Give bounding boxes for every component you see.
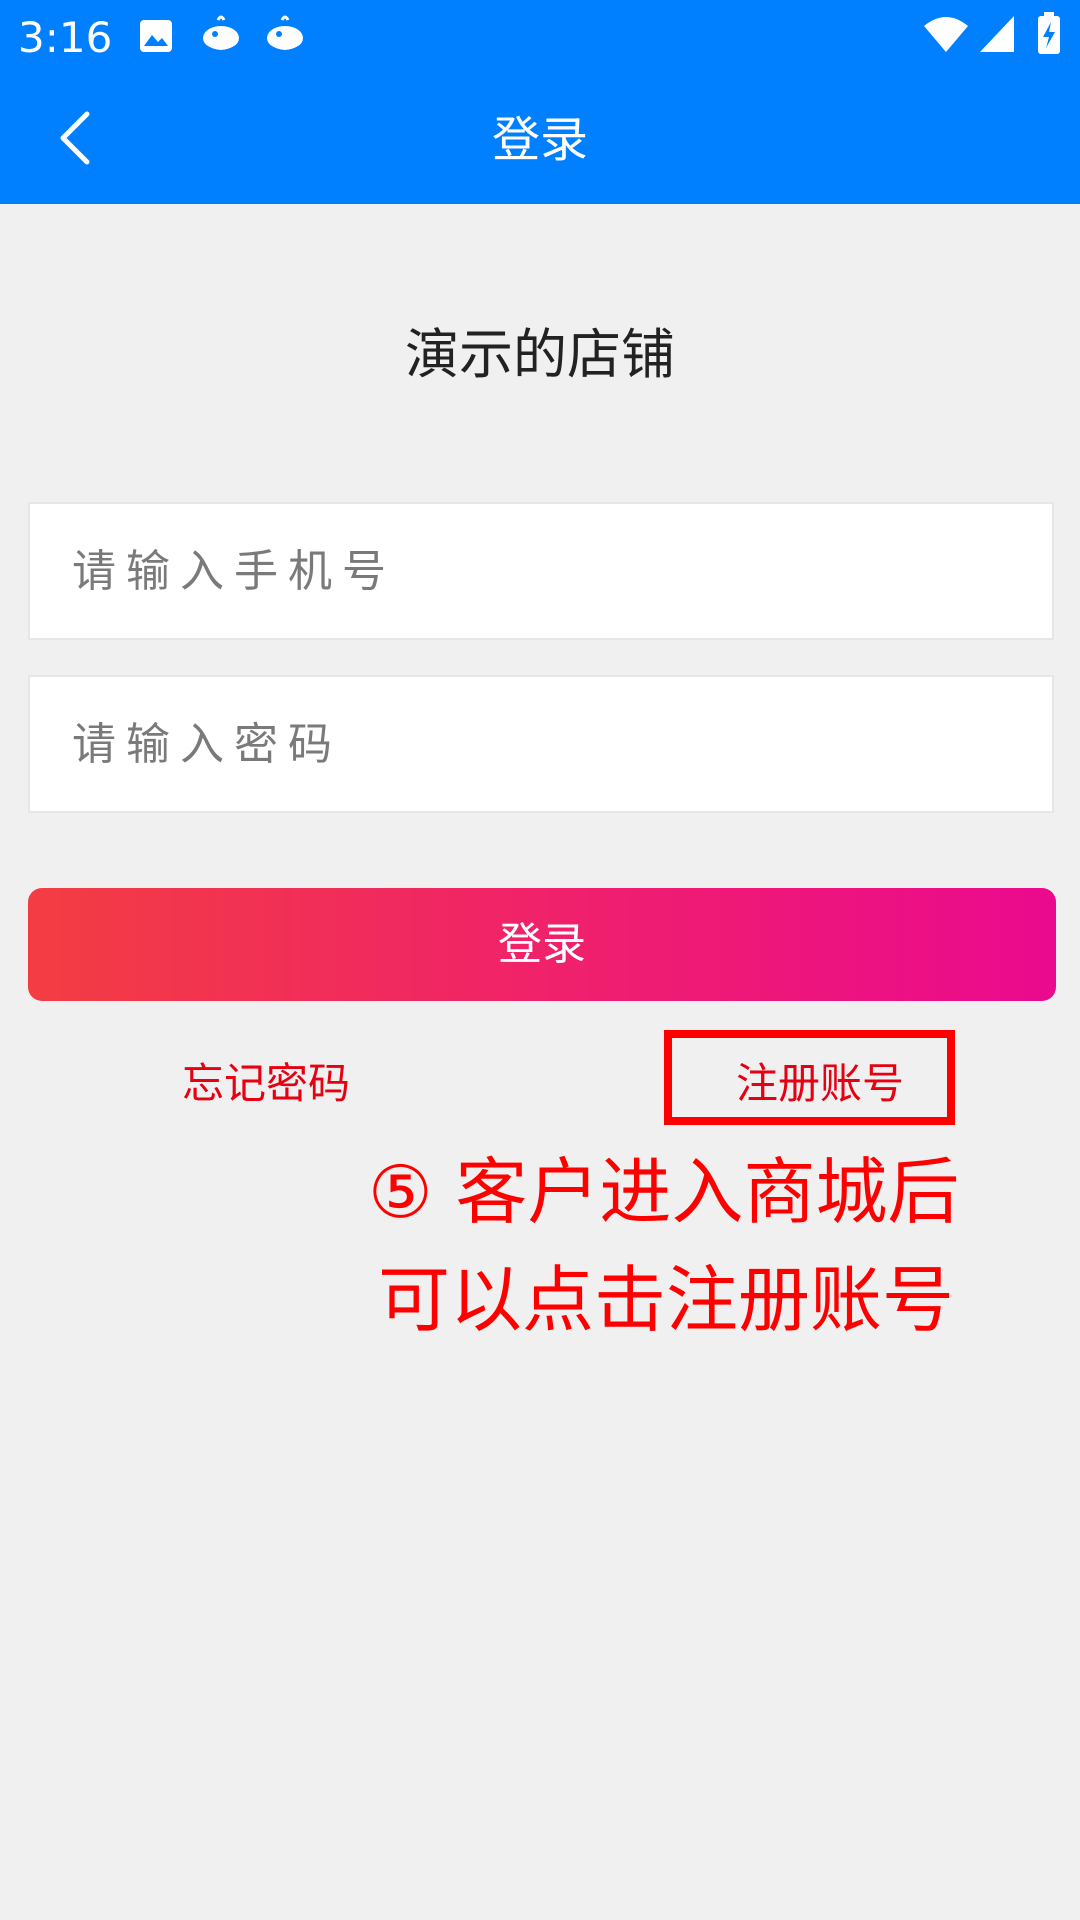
annotation-line-1: ⑤ 客户进入商城后 (368, 1150, 960, 1234)
login-button[interactable]: 登录 (28, 888, 1056, 1001)
wifi-icon (922, 14, 970, 58)
annotation-line-2: 可以点击注册账号 (378, 1258, 955, 1342)
phone-field-container (28, 502, 1054, 640)
whale-app-icon (262, 12, 308, 62)
cell-signal-icon (978, 14, 1016, 58)
password-field-container (28, 675, 1054, 813)
highlight-box (664, 1030, 955, 1125)
status-bar: 3:16 (0, 0, 1080, 76)
status-time: 3:16 (18, 13, 113, 62)
whale-app-icon (198, 12, 244, 62)
forgot-password-link[interactable]: 忘记密码 (182, 1050, 350, 1111)
image-icon (138, 18, 174, 58)
page-title: 登录 (491, 112, 588, 168)
phone-input[interactable] (30, 504, 1052, 638)
shop-name: 演示的店铺 (405, 323, 675, 386)
battery-charging-icon (1036, 12, 1062, 60)
app-bar: 登录 (0, 76, 1080, 204)
password-input[interactable] (30, 677, 1052, 811)
